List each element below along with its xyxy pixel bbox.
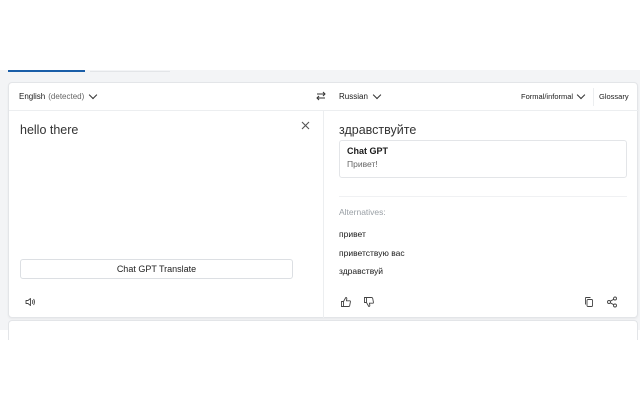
- chat-gpt-translate-button[interactable]: Chat GPT Translate: [20, 259, 293, 279]
- source-language-label: English: [19, 92, 46, 101]
- thumbs-down-button[interactable]: [363, 296, 375, 308]
- translation-output: здравствуйте: [339, 123, 417, 137]
- chat-gpt-label: Chat GPT: [347, 146, 389, 156]
- copy-button[interactable]: [583, 296, 595, 308]
- mode-tabs: [8, 60, 178, 72]
- alternatives-label: Alternatives:: [339, 207, 386, 217]
- chat-gpt-result: Привет!: [347, 159, 378, 169]
- swap-icon: [316, 91, 326, 101]
- swap-languages-button[interactable]: [315, 90, 327, 102]
- listen-source-button[interactable]: [24, 296, 36, 308]
- source-text-input[interactable]: hello there: [20, 123, 78, 137]
- share-icon: [607, 296, 617, 308]
- chevron-down-icon: [576, 90, 586, 100]
- glossary-button[interactable]: Glossary: [593, 88, 634, 106]
- tab-text[interactable]: [8, 60, 85, 72]
- detected-label: (detected): [48, 92, 85, 101]
- thumbs-down-icon: [364, 297, 374, 307]
- translator-card: English (detected) Russian Formal/inform…: [8, 82, 639, 318]
- speaker-icon: [25, 298, 35, 306]
- thumbs-up-button[interactable]: [340, 296, 352, 308]
- share-button[interactable]: [606, 296, 618, 308]
- copy-icon: [585, 297, 593, 307]
- target-language-select[interactable]: Russian: [339, 90, 382, 101]
- close-icon: [301, 121, 310, 130]
- chevron-down-icon: [89, 90, 98, 100]
- thumbs-up-icon: [341, 297, 351, 307]
- secondary-card: [8, 320, 638, 340]
- pane-divider: [323, 111, 324, 318]
- separator: [339, 196, 627, 197]
- formality-label: Formal/informal: [521, 92, 574, 101]
- alternative-item[interactable]: приветствую вас: [339, 248, 405, 267]
- target-language-label: Russian: [339, 92, 368, 101]
- alternative-item[interactable]: привет: [339, 229, 405, 248]
- formality-select[interactable]: Formal/informal: [521, 90, 586, 101]
- tab-documents[interactable]: [90, 60, 170, 72]
- language-bar: English (detected) Russian Formal/inform…: [9, 83, 639, 111]
- chat-gpt-result-box: Chat GPT Привет!: [339, 140, 627, 178]
- chevron-down-icon: [372, 90, 382, 100]
- source-language-select[interactable]: English (detected): [19, 90, 98, 101]
- alternative-item[interactable]: здравствуй: [339, 266, 405, 285]
- clear-text-button[interactable]: [301, 121, 310, 130]
- alternatives-list: привет приветствую вас здравствуй: [339, 229, 405, 285]
